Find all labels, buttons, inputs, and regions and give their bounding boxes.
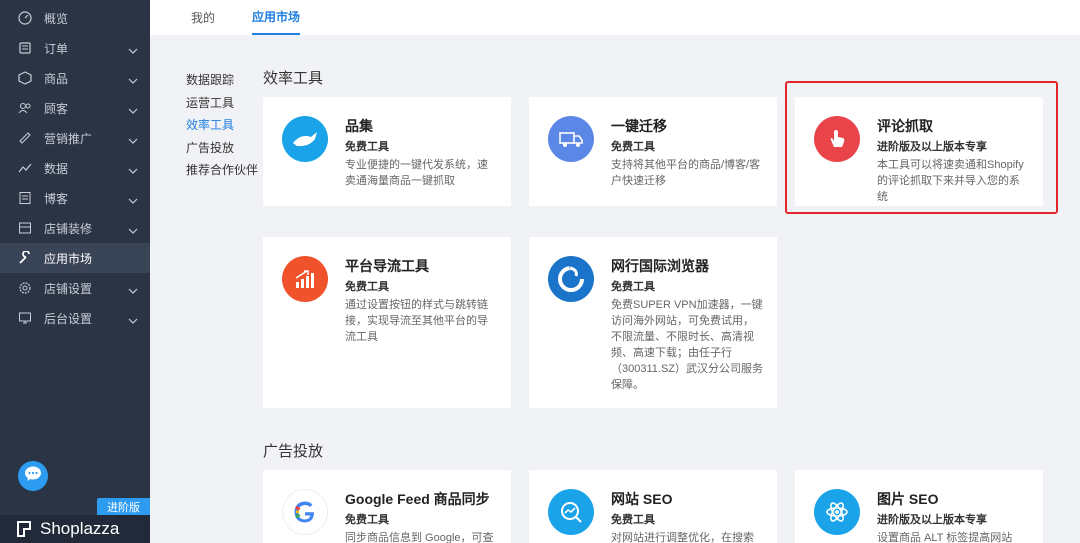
app-tier: 进阶版及以上版本专享 <box>877 514 987 526</box>
marketing-icon <box>18 131 32 145</box>
chevron-down-icon <box>128 44 138 58</box>
app-card-traffic-tool[interactable]: 平台导流工具 免费工具 通过设置按钮的样式与跳转链接，实现导流至其他平台的导流工… <box>263 237 511 408</box>
chevron-down-icon <box>128 134 138 148</box>
sidebar-item-blog[interactable]: 博客 <box>0 183 150 213</box>
sidebar: 概览 订单 商品 顾客 营销推广 数据 博客 店铺装修 应用市场 店铺设置 后台… <box>0 0 150 543</box>
app-title: 图片 SEO <box>877 491 939 507</box>
chevron-down-icon <box>128 104 138 118</box>
app-title: 网站 SEO <box>611 491 673 507</box>
app-title: Google Feed 商品同步 <box>345 491 490 507</box>
customer-icon <box>18 101 32 115</box>
blog-icon <box>18 191 32 205</box>
app-description: 设置商品 ALT 标签提高网站 <box>877 532 1013 543</box>
sidebar-item-label: 订单 <box>44 41 69 56</box>
dashboard-icon <box>18 11 32 25</box>
sidebar-item-label: 博客 <box>44 191 69 206</box>
sidebar-item-label: 数据 <box>44 161 69 176</box>
category-ads[interactable]: 广告投放 <box>186 137 258 160</box>
category-operations[interactable]: 运营工具 <box>186 92 258 115</box>
app-description: 对网站进行调整优化，在搜索引 <box>611 532 754 543</box>
atom-icon <box>814 489 860 535</box>
app-title: 一键迁移 <box>611 118 667 134</box>
google-icon <box>282 489 328 535</box>
app-tier: 免费工具 <box>345 281 389 293</box>
category-partners[interactable]: 推荐合作伙伴 <box>186 159 258 182</box>
browser-logo-icon <box>548 256 594 302</box>
chevron-down-icon <box>128 314 138 328</box>
store-design-icon <box>18 221 32 235</box>
gear-icon <box>18 281 32 295</box>
app-card-browser[interactable]: 网行国际浏览器 免费工具 免费SUPER VPN加速器，一键访问海外网站，可免费… <box>529 237 777 408</box>
sidebar-item-label: 应用市场 <box>44 251 93 266</box>
sidebar-item-store-design[interactable]: 店铺装修 <box>0 213 150 243</box>
app-title: 品集 <box>345 118 373 134</box>
chat-bubble-icon <box>24 466 42 487</box>
section-title-efficiency: 效率工具 <box>263 70 324 87</box>
category-efficiency[interactable]: 效率工具 <box>186 114 258 137</box>
sidebar-item-store-settings[interactable]: 店铺设置 <box>0 273 150 303</box>
top-tabs: 我的 应用市场 <box>150 0 1080 35</box>
sidebar-item-app-market[interactable]: 应用市场 <box>0 243 150 273</box>
category-menu: 数据跟踪 运营工具 效率工具 广告投放 推荐合作伙伴 <box>186 69 258 182</box>
app-card-google-feed[interactable]: Google Feed 商品同步 免费工具 同步商品信息到 Google，可查 <box>263 470 511 543</box>
sidebar-item-overview[interactable]: 概览 <box>0 3 150 33</box>
monitor-icon <box>18 311 32 325</box>
sidebar-item-data[interactable]: 数据 <box>0 153 150 183</box>
shoplazza-logo-icon <box>16 520 34 538</box>
app-tier: 免费工具 <box>611 141 655 153</box>
plan-badge: 进阶版 <box>97 498 150 515</box>
tab-app-market[interactable]: 应用市场 <box>252 0 301 35</box>
chevron-down-icon <box>128 224 138 238</box>
chevron-down-icon <box>128 74 138 88</box>
growth-chart-icon <box>282 256 328 302</box>
section-title-ads: 广告投放 <box>263 443 324 460</box>
sidebar-item-label: 概览 <box>44 11 69 26</box>
app-description: 通过设置按钮的样式与跳转链接，实现导流至其他平台的导流工具 <box>345 299 488 343</box>
tab-mine[interactable]: 我的 <box>191 0 215 35</box>
sidebar-item-marketing[interactable]: 营销推广 <box>0 123 150 153</box>
app-title: 平台导流工具 <box>345 258 429 274</box>
app-tier: 免费工具 <box>345 141 389 153</box>
app-card-migration[interactable]: 一键迁移 免费工具 支持将其他平台的商品/博客/客户快速迁移 <box>529 97 777 206</box>
data-icon <box>18 161 32 175</box>
whale-icon <box>282 116 328 162</box>
sidebar-item-products[interactable]: 商品 <box>0 63 150 93</box>
brand-logo: Shoplazza <box>0 515 150 543</box>
seo-search-icon <box>548 489 594 535</box>
chevron-down-icon <box>128 194 138 208</box>
app-description: 专业便捷的一键代发系统，速卖通海量商品一键抓取 <box>345 159 488 187</box>
app-card-site-seo[interactable]: 网站 SEO 免费工具 对网站进行调整优化，在搜索引 <box>529 470 777 543</box>
app-description: 同步商品信息到 Google，可查 <box>345 532 494 543</box>
product-icon <box>18 71 32 85</box>
app-card-image-seo[interactable]: 图片 SEO 进阶版及以上版本专享 设置商品 ALT 标签提高网站 <box>795 470 1043 543</box>
sidebar-item-orders[interactable]: 订单 <box>0 33 150 63</box>
sidebar-item-label: 店铺装修 <box>44 221 93 236</box>
app-description: 免费SUPER VPN加速器，一键访问海外网站，可免费试用，不限流量、不限时长、… <box>611 299 764 391</box>
app-tier: 免费工具 <box>611 514 655 526</box>
app-tier: 免费工具 <box>611 281 655 293</box>
sidebar-item-label: 顾客 <box>44 101 69 116</box>
sidebar-item-label: 营销推广 <box>44 131 93 146</box>
app-title: 网行国际浏览器 <box>611 258 709 274</box>
highlight-box <box>785 81 1058 214</box>
brand-name: Shoplazza <box>40 519 120 538</box>
chevron-down-icon <box>128 284 138 298</box>
sidebar-item-label: 商品 <box>44 71 69 86</box>
app-description: 支持将其他平台的商品/博客/客户快速迁移 <box>611 159 761 187</box>
order-icon <box>18 41 32 55</box>
app-tier: 免费工具 <box>345 514 389 526</box>
sidebar-item-label: 店铺设置 <box>44 281 93 296</box>
wrench-icon <box>18 251 32 265</box>
chat-button[interactable] <box>18 461 48 491</box>
truck-icon <box>548 116 594 162</box>
chevron-down-icon <box>128 164 138 178</box>
sidebar-item-customers[interactable]: 顾客 <box>0 93 150 123</box>
app-card-pinji[interactable]: 品集 免费工具 专业便捷的一键代发系统，速卖通海量商品一键抓取 <box>263 97 511 206</box>
category-data-tracking[interactable]: 数据跟踪 <box>186 69 258 92</box>
sidebar-item-label: 后台设置 <box>44 311 93 326</box>
sidebar-item-admin-settings[interactable]: 后台设置 <box>0 303 150 333</box>
